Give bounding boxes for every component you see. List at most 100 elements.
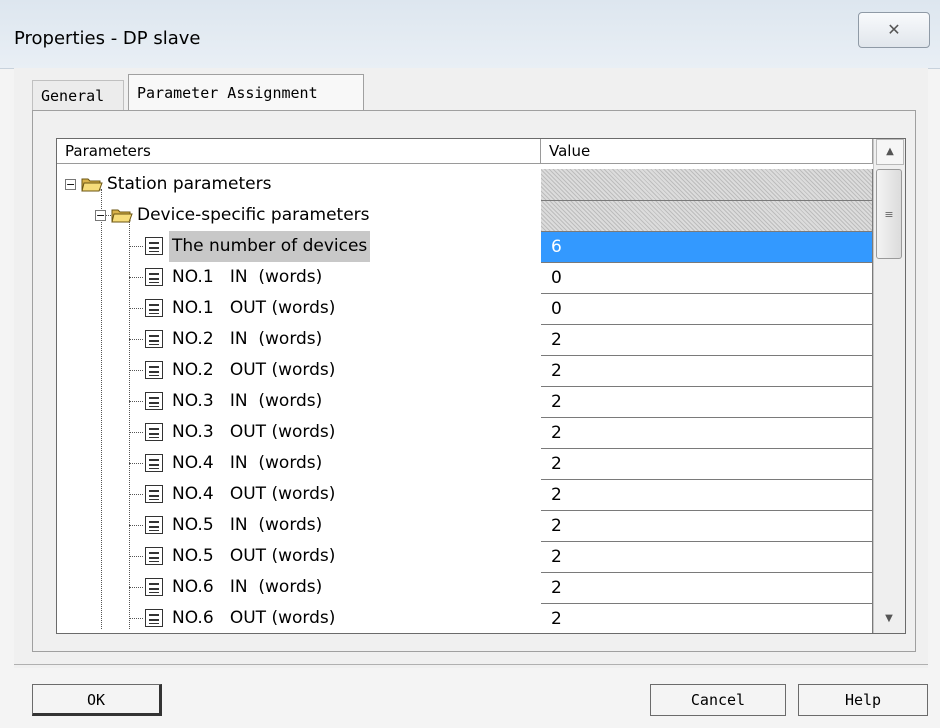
- tree-line: [129, 463, 143, 464]
- param-cell: − Station parameters: [57, 169, 541, 200]
- cancel-button[interactable]: Cancel: [650, 684, 786, 716]
- param-label: The number of devices: [169, 231, 371, 262]
- parameter-grid: Parameters Value − Station parameters −: [56, 138, 906, 634]
- param-cell: NO.1 OUT (words): [57, 293, 541, 324]
- param-cell: NO.5 IN (words): [57, 510, 541, 541]
- param-cell: The number of devices: [57, 231, 541, 262]
- value-cell[interactable]: 0: [541, 293, 873, 324]
- ok-button[interactable]: OK: [32, 684, 162, 716]
- param-label: NO.2 IN (words): [172, 329, 323, 349]
- tree-row-no4-out[interactable]: NO.4 OUT (words) 2: [57, 479, 873, 510]
- tree-line: [129, 587, 143, 588]
- value-cell[interactable]: 2: [541, 324, 873, 355]
- param-label: Device-specific parameters: [137, 205, 370, 225]
- tree-row-number-of-devices[interactable]: The number of devices 6: [57, 231, 873, 262]
- value-cell[interactable]: 2: [541, 572, 873, 603]
- parameter-icon: [145, 423, 163, 441]
- parameter-icon: [145, 609, 163, 627]
- value-cell[interactable]: 2: [541, 355, 873, 386]
- scroll-up-arrow-icon[interactable]: ▲: [876, 139, 904, 165]
- param-label: NO.5 OUT (words): [172, 546, 336, 566]
- tree-row-no6-in[interactable]: NO.6 IN (words) 2: [57, 572, 873, 603]
- vertical-scrollbar[interactable]: ▲ ≡ ▼: [873, 139, 905, 633]
- value-cell[interactable]: 6: [541, 231, 873, 262]
- parameter-icon: [145, 578, 163, 596]
- column-header-parameters[interactable]: Parameters: [57, 139, 541, 163]
- value-cell: [541, 169, 873, 200]
- tab-general[interactable]: General: [32, 80, 124, 110]
- param-cell: NO.2 OUT (words): [57, 355, 541, 386]
- param-label: NO.1 IN (words): [172, 267, 323, 287]
- tree-line: [129, 308, 143, 309]
- tree-row-no3-out[interactable]: NO.3 OUT (words) 2: [57, 417, 873, 448]
- param-cell: NO.3 OUT (words): [57, 417, 541, 448]
- param-cell: NO.6 IN (words): [57, 572, 541, 603]
- tree-row-no3-in[interactable]: NO.3 IN (words) 2: [57, 386, 873, 417]
- column-header-value[interactable]: Value: [541, 139, 873, 163]
- tree-row-no2-out[interactable]: NO.2 OUT (words) 2: [57, 355, 873, 386]
- tree-row-no5-out[interactable]: NO.5 OUT (words) 2: [57, 541, 873, 572]
- param-label: NO.6 IN (words): [172, 577, 323, 597]
- tree-line: [129, 339, 143, 340]
- open-folder-icon: [81, 178, 103, 192]
- param-label: NO.1 OUT (words): [172, 298, 336, 318]
- tree-line: [129, 494, 143, 495]
- help-button[interactable]: Help: [798, 684, 928, 716]
- parameter-icon: [145, 268, 163, 286]
- tree-row-no6-out[interactable]: NO.6 OUT (words) 2: [57, 603, 873, 633]
- tree-line: [129, 525, 143, 526]
- param-cell: NO.4 OUT (words): [57, 479, 541, 510]
- value-cell: [541, 200, 873, 231]
- close-button[interactable]: ✕: [858, 12, 930, 48]
- value-cell[interactable]: 2: [541, 541, 873, 572]
- param-cell: NO.6 OUT (words): [57, 603, 541, 633]
- parameter-icon: [145, 299, 163, 317]
- scroll-down-arrow-icon[interactable]: ▼: [876, 607, 902, 631]
- value-cell[interactable]: 2: [541, 479, 873, 510]
- value-cell[interactable]: 2: [541, 417, 873, 448]
- tree-line: [129, 401, 143, 402]
- param-label: NO.3 OUT (words): [172, 422, 336, 442]
- param-label: NO.5 IN (words): [172, 515, 323, 535]
- tree-row-no1-in[interactable]: NO.1 IN (words) 0: [57, 262, 873, 293]
- param-cell: NO.3 IN (words): [57, 386, 541, 417]
- param-cell: NO.1 IN (words): [57, 262, 541, 293]
- tree-row-no1-out[interactable]: NO.1 OUT (words) 0: [57, 293, 873, 324]
- value-cell[interactable]: 2: [541, 603, 873, 633]
- tree-row-no5-in[interactable]: NO.5 IN (words) 2: [57, 510, 873, 541]
- tree-line: [129, 277, 143, 278]
- param-label: Station parameters: [107, 174, 272, 194]
- param-cell: NO.2 IN (words): [57, 324, 541, 355]
- parameter-icon: [145, 237, 163, 255]
- param-cell: − Device-specific parameters: [57, 200, 541, 231]
- window-title: Properties - DP slave: [14, 28, 201, 49]
- value-cell[interactable]: 2: [541, 386, 873, 417]
- value-cell[interactable]: 0: [541, 262, 873, 293]
- parameter-icon: [145, 361, 163, 379]
- tree-line: [129, 556, 143, 557]
- open-folder-icon: [111, 209, 133, 223]
- parameter-icon: [145, 485, 163, 503]
- value-cell[interactable]: 2: [541, 510, 873, 541]
- title-bar: Properties - DP slave ✕: [0, 0, 940, 69]
- collapse-icon[interactable]: −: [95, 210, 106, 221]
- parameter-icon: [145, 547, 163, 565]
- scroll-thumb[interactable]: ≡: [876, 169, 902, 259]
- parameter-icon: [145, 454, 163, 472]
- param-label: NO.4 OUT (words): [172, 484, 336, 504]
- tree-row-device-specific[interactable]: − Device-specific parameters: [57, 200, 873, 231]
- tree-line: [129, 618, 143, 619]
- tree-line: [129, 370, 143, 371]
- parameter-icon: [145, 330, 163, 348]
- tree-row-no2-in[interactable]: NO.2 IN (words) 2: [57, 324, 873, 355]
- tree-row-station-parameters[interactable]: − Station parameters: [57, 169, 873, 200]
- param-label: NO.3 IN (words): [172, 391, 323, 411]
- value-cell[interactable]: 2: [541, 448, 873, 479]
- param-cell: NO.5 OUT (words): [57, 541, 541, 572]
- collapse-icon[interactable]: −: [65, 179, 76, 190]
- grid-header: Parameters Value: [57, 139, 873, 164]
- tab-parameter-assignment[interactable]: Parameter Assignment: [128, 74, 364, 110]
- parameter-icon: [145, 392, 163, 410]
- parameter-icon: [145, 516, 163, 534]
- tree-row-no4-in[interactable]: NO.4 IN (words) 2: [57, 448, 873, 479]
